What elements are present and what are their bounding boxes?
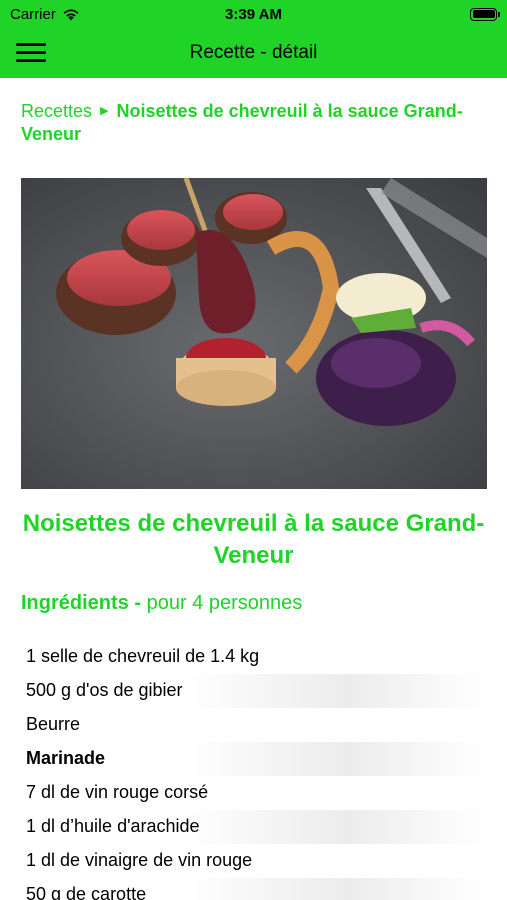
ingredient-item: Beurre — [26, 714, 81, 734]
recipe-title: Noisettes de chevreuil à la sauce Grand-… — [22, 510, 485, 569]
nav-title: Recette - détail — [189, 42, 318, 63]
ingredients-list: 1 selle de chevreuil de 1.4 kg 500 g d'o… — [21, 640, 487, 900]
ingredient-item: 7 dl de vin rouge corsé — [26, 782, 209, 802]
ingredient-item: 1 dl de vinaigre de vin rouge — [26, 850, 253, 870]
ingredients-label: Ingrédients - — [21, 592, 142, 614]
breadcrumb: Recettes ▶ Noisettes de chevreuil à la s… — [21, 100, 491, 146]
recipe-photo — [21, 178, 487, 489]
ingredient-item: 1 selle de chevreuil de 1.4 kg — [26, 646, 260, 666]
battery-icon — [470, 7, 500, 21]
battery-fill — [472, 10, 495, 18]
ingredient-item: 500 g d'os de gibier — [21, 674, 487, 708]
navigation-bar: Recette - détail — [0, 28, 507, 78]
ingredients-heading: Ingrédients - pour 4 personnes — [21, 592, 302, 615]
ingredient-section-header: Marinade — [21, 742, 487, 776]
breadcrumb-separator-icon: ▶ — [100, 105, 109, 117]
wifi-icon — [63, 9, 79, 20]
status-bar: Carrier 3:39 AM — [0, 0, 507, 28]
hamburger-menu-icon[interactable] — [16, 43, 46, 63]
carrier-label: Carrier — [10, 5, 56, 23]
status-left: Carrier — [10, 6, 80, 23]
servings-label: pour 4 personnes — [146, 592, 303, 614]
breadcrumb-recettes-link[interactable]: Recettes — [21, 101, 92, 121]
recipe-photo-illustration — [21, 178, 487, 489]
ingredient-item: 1 dl d’huile d'arachide — [21, 810, 487, 844]
ingredient-item: 50 g de carotte — [21, 878, 487, 900]
